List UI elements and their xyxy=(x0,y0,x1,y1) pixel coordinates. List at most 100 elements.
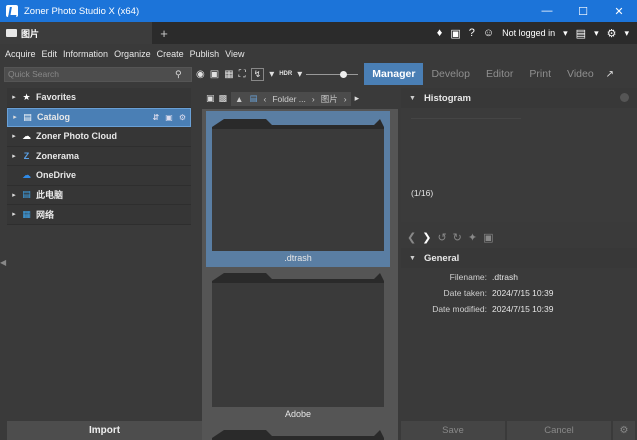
image-view-icon[interactable]: ▦ xyxy=(224,69,233,80)
collapse-icon[interactable]: ▼ xyxy=(409,255,416,262)
nav-this-pc[interactable]: ▸ ▤ 此电脑 xyxy=(7,185,191,205)
breadcrumb-folder[interactable]: Folder ... xyxy=(272,94,306,104)
fullscreen-icon[interactable]: ⛶ xyxy=(239,69,246,80)
menu-information[interactable]: Information xyxy=(63,49,108,59)
next-icon[interactable]: ❯ xyxy=(422,231,431,244)
monitor-icon[interactable]: ▤ xyxy=(576,27,586,40)
magic-wand-icon[interactable]: ✦ xyxy=(468,231,477,244)
menu-acquire[interactable]: Acquire xyxy=(5,49,36,59)
histogram-options-icon[interactable] xyxy=(620,93,629,102)
collapse-icon[interactable]: ▼ xyxy=(409,95,416,102)
up-folder-icon[interactable]: ▲ xyxy=(235,94,243,104)
nav-onedrive[interactable]: ☁ OneDrive xyxy=(7,166,191,186)
info-value[interactable]: .dtrash xyxy=(492,272,518,282)
import-button[interactable]: Import xyxy=(7,421,202,440)
user-icon[interactable]: ☺ xyxy=(483,27,494,39)
tab-print[interactable]: Print xyxy=(521,63,559,85)
histogram-title: Histogram xyxy=(423,92,471,104)
rotate-left-icon[interactable]: ↺ xyxy=(437,231,446,244)
nav-label: 网络 xyxy=(36,209,55,220)
thumbnail-item[interactable]: Adobe xyxy=(206,269,390,424)
maximize-button[interactable]: ☐ xyxy=(565,0,601,22)
previous-icon[interactable]: ❮ xyxy=(407,231,416,244)
expand-arrow-icon[interactable]: ▸ xyxy=(7,191,21,199)
menu-publish[interactable]: Publish xyxy=(190,49,220,59)
settings-caret-icon[interactable]: ▾ xyxy=(624,28,629,39)
menu-create[interactable]: Create xyxy=(157,49,184,59)
expand-arrow-icon[interactable]: ▸ xyxy=(7,93,21,101)
cart-icon[interactable]: ▣ xyxy=(450,27,460,40)
user-caret-icon[interactable]: ▾ xyxy=(563,28,568,39)
view-mode-icon[interactable]: ▣ xyxy=(206,93,215,104)
info-panel: ▼ Histogram (1/16) ❮ ❯ ↺ ↻ ✦ ▣ ▼ General… xyxy=(401,88,637,440)
compare-icon[interactable]: ▣ xyxy=(483,231,493,244)
cancel-button[interactable]: Cancel xyxy=(507,421,611,440)
info-value[interactable]: 2024/7/15 10:39 xyxy=(492,304,553,314)
nav-label: Favorites xyxy=(36,92,77,103)
sort-icon[interactable]: ⇵ xyxy=(153,113,160,122)
location-pin-icon[interactable]: ◉ xyxy=(196,69,205,80)
folder-tab[interactable]: 图片 xyxy=(0,22,152,44)
save-button[interactable]: Save xyxy=(401,421,505,440)
nav-catalog[interactable]: ▸ ▤ Catalog ⇵ ▣ ⚙ xyxy=(7,107,191,127)
tab-video[interactable]: Video xyxy=(559,63,602,85)
tab-develop[interactable]: Develop xyxy=(423,63,478,85)
nav-favorites[interactable]: ▸ ★ Favorites xyxy=(7,88,191,108)
menu-edit[interactable]: Edit xyxy=(42,49,58,59)
expand-arrow-icon[interactable]: ▸ xyxy=(8,113,22,121)
back-arrow-icon[interactable]: ‹ xyxy=(263,94,266,104)
histogram-header[interactable]: ▼ Histogram xyxy=(401,88,637,108)
expand-arrow-icon[interactable]: ▸ xyxy=(7,132,21,140)
bell-icon[interactable]: ♦ xyxy=(437,27,443,39)
close-button[interactable]: ✕ xyxy=(601,0,637,22)
user-status[interactable]: Not logged in xyxy=(502,28,555,38)
gear-icon[interactable]: ⚙ xyxy=(179,113,186,122)
general-header[interactable]: ▼ General xyxy=(401,248,637,268)
star-icon: ★ xyxy=(22,91,31,102)
gear-icon[interactable]: ⚙ xyxy=(613,421,635,440)
minimize-button[interactable]: — xyxy=(529,0,565,22)
open-external-icon[interactable]: ↗ xyxy=(606,69,614,80)
computer-icon: ▤ xyxy=(22,189,31,200)
tab-manager[interactable]: Manager xyxy=(364,63,424,85)
browser-toolbar: ▣ ▩ ▲ ▤ ‹ Folder ... › 图片 › ▸ xyxy=(202,88,398,109)
thumbnail-item[interactable]: .dtrash xyxy=(206,111,390,267)
nav-label: OneDrive xyxy=(36,170,77,181)
search-icon[interactable]: ⚲ xyxy=(175,69,182,80)
nav-label: 此电脑 xyxy=(36,190,64,201)
histogram-chart xyxy=(401,108,637,222)
nav-zoner-photo-cloud[interactable]: ▸ ☁ Zoner Photo Cloud xyxy=(7,127,191,147)
window-title: Zoner Photo Studio X (x64) xyxy=(24,5,140,17)
flash-icon[interactable]: ↯ xyxy=(250,67,265,81)
navigator-panel: ▸ ★ Favorites ▸ ▤ Catalog ⇵ ▣ ⚙ ▸ ☁ Zone… xyxy=(7,88,191,421)
collapse-left-icon[interactable]: ◀ xyxy=(0,258,6,267)
account-area: ♦ ▣ ? ☺ Not logged in ▾ ▤ ▾ ⚙ ▾ xyxy=(437,22,637,44)
monitor-caret-icon[interactable]: ▾ xyxy=(594,28,599,39)
folder-icon xyxy=(212,119,384,251)
breadcrumb-current[interactable]: 图片 xyxy=(321,93,338,105)
menu-organize[interactable]: Organize xyxy=(114,49,151,59)
add-tab-button[interactable]: + xyxy=(152,22,176,44)
help-icon[interactable]: ? xyxy=(469,27,475,39)
forward-arrow-icon[interactable]: ▸ xyxy=(355,93,360,104)
thumbnail-size-slider[interactable] xyxy=(306,70,359,78)
hdr-caret-icon[interactable]: ▾ xyxy=(297,69,302,80)
nav-zonerama[interactable]: ▸ Z Zonerama xyxy=(7,146,191,166)
nav-network[interactable]: ▸ ▦ 网络 xyxy=(7,205,191,225)
slider-knob[interactable] xyxy=(340,70,348,78)
info-value[interactable]: 2024/7/15 10:39 xyxy=(492,288,553,298)
catalog-icon: ▤ xyxy=(23,111,32,122)
flash-caret-icon[interactable]: ▾ xyxy=(269,69,274,80)
tab-editor[interactable]: Editor xyxy=(478,63,521,85)
open-folder-icon[interactable]: ▣ xyxy=(210,69,219,80)
settings-icon[interactable]: ⚙ xyxy=(607,27,617,40)
expand-arrow-icon[interactable]: ▸ xyxy=(7,210,21,218)
menu-view[interactable]: View xyxy=(225,49,244,59)
folder-icon xyxy=(212,273,384,407)
hdr-label[interactable]: HDR xyxy=(279,71,292,77)
rotate-right-icon[interactable]: ↻ xyxy=(453,231,462,244)
add-folder-icon[interactable]: ▣ xyxy=(165,113,173,122)
filter-icon[interactable]: ▩ xyxy=(219,93,228,104)
quick-search-input[interactable] xyxy=(5,69,175,79)
expand-arrow-icon[interactable]: ▸ xyxy=(7,152,21,160)
